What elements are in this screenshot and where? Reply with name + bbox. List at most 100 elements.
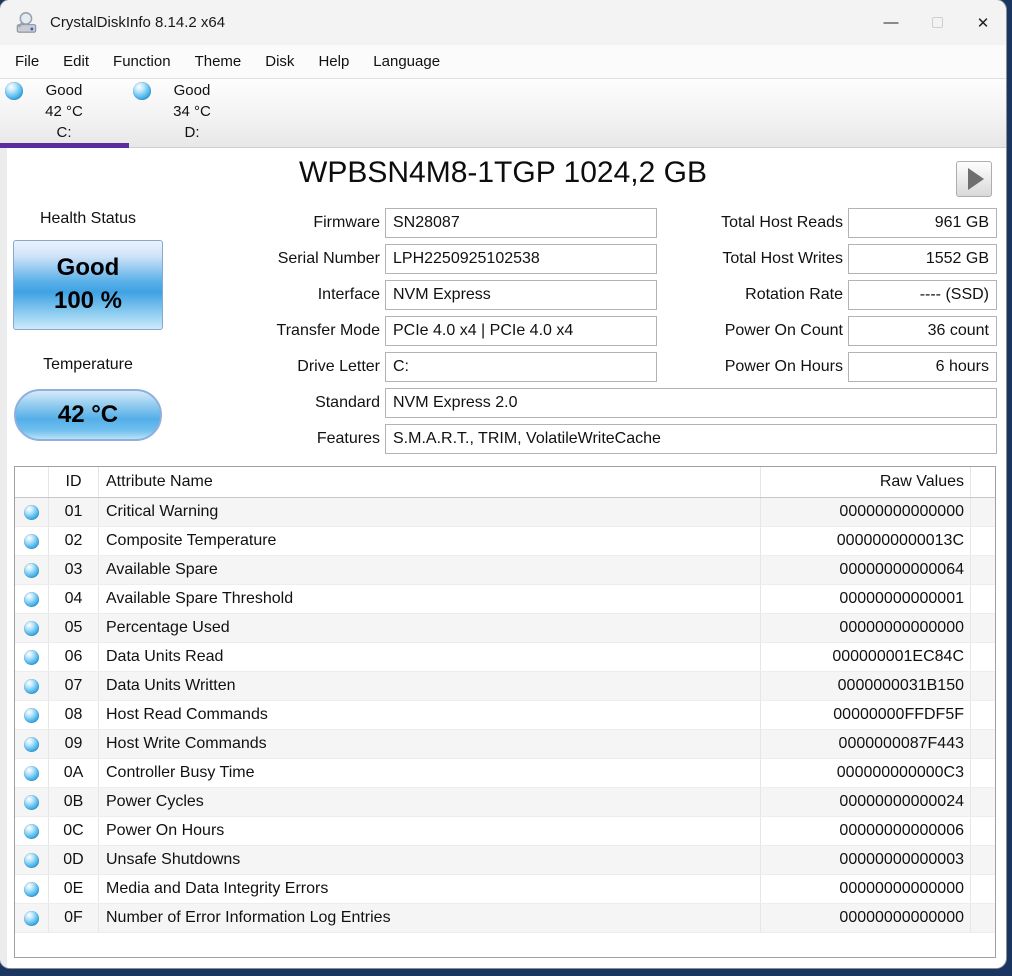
table-row[interactable]: 0E Media and Data Integrity Errors 00000… <box>15 875 995 904</box>
menu-item[interactable]: Language <box>361 45 452 78</box>
attribute-raw-value-cell: 00000000000006 <box>761 817 971 845</box>
temperature-button[interactable]: 42 °C <box>14 389 162 441</box>
info-field-value: C: <box>385 352 657 382</box>
table-row[interactable]: 0D Unsafe Shutdowns 00000000000003 <box>15 846 995 875</box>
health-status-value: Good <box>56 254 120 282</box>
attribute-raw-value-cell: 000000000000C3 <box>761 759 971 787</box>
play-icon <box>968 168 984 190</box>
table-row[interactable]: 07 Data Units Written 0000000031B150 <box>15 672 995 701</box>
drive-tab[interactable]: Good 34 °C D: <box>128 79 256 147</box>
close-button[interactable]: ✕ <box>960 0 1006 45</box>
close-icon: ✕ <box>976 14 990 32</box>
table-row[interactable]: 04 Available Spare Threshold 00000000000… <box>15 585 995 614</box>
table-row[interactable]: 0F Number of Error Information Log Entri… <box>15 904 995 933</box>
attribute-status-cell <box>15 817 49 845</box>
attribute-id-cell: 09 <box>49 730 99 758</box>
info-field-label: Features <box>316 430 380 447</box>
attribute-raw-value-cell: 00000000000000 <box>761 904 971 932</box>
attribute-name-cell: Media and Data Integrity Errors <box>99 875 761 903</box>
table-header-row: ID Attribute Name Raw Values <box>15 467 995 498</box>
id-column-header: ID <box>49 467 99 497</box>
attribute-name-column-header: Attribute Name <box>99 467 761 497</box>
info-field-row: Standard NVM Express 2.0 <box>165 388 997 418</box>
desktop-background: CrystalDiskInfo 8.14.2 x64 — ✕ File Edit <box>0 0 1012 976</box>
info-field-label: Rotation Rate <box>745 286 843 303</box>
status-orb-icon <box>24 591 39 607</box>
health-status-percent: 100 % <box>53 287 123 314</box>
minimize-button[interactable]: — <box>868 0 914 45</box>
attribute-status-cell <box>15 527 49 555</box>
drive-tab-temperature: 42 °C <box>45 103 83 120</box>
status-orb-icon <box>24 649 39 665</box>
health-status-button[interactable]: Good 100 % <box>13 240 163 330</box>
info-field-row: Power On Hours 6 hours <box>650 352 997 382</box>
menu-item[interactable]: File <box>3 45 51 78</box>
table-row[interactable]: 05 Percentage Used 00000000000000 <box>15 614 995 643</box>
attribute-raw-value-cell: 0000000031B150 <box>761 672 971 700</box>
health-status-label: Health Status <box>39 210 137 227</box>
minimize-icon: — <box>883 14 899 31</box>
status-orb-icon <box>24 707 39 723</box>
info-field-value: NVM Express <box>385 280 657 310</box>
attribute-status-cell <box>15 875 49 903</box>
table-row[interactable]: 02 Composite Temperature 0000000000013C <box>15 527 995 556</box>
status-orb-icon <box>24 533 39 549</box>
drive-tab[interactable]: Good 42 °C C: <box>0 79 129 148</box>
table-row[interactable]: 01 Critical Warning 00000000000000 <box>15 498 995 527</box>
status-orb-icon <box>24 852 39 868</box>
attribute-status-cell <box>15 846 49 874</box>
info-field-row: Rotation Rate ---- (SSD) <box>650 280 997 310</box>
table-row[interactable]: 06 Data Units Read 000000001EC84C <box>15 643 995 672</box>
window-title: CrystalDiskInfo 8.14.2 x64 <box>50 14 226 31</box>
info-field-value: ---- (SSD) <box>848 280 997 310</box>
menu-item[interactable]: Disk <box>253 45 306 78</box>
next-drive-button[interactable] <box>956 161 992 197</box>
table-row[interactable]: 0A Controller Busy Time 000000000000C3 <box>15 759 995 788</box>
attribute-id-cell: 08 <box>49 701 99 729</box>
info-field-label: Total Host Reads <box>721 214 843 231</box>
attribute-raw-value-cell: 00000000000003 <box>761 846 971 874</box>
attribute-status-cell <box>15 788 49 816</box>
table-row[interactable]: 08 Host Read Commands 00000000FFDF5F <box>15 701 995 730</box>
info-field-label: Power On Hours <box>724 358 843 375</box>
main-panel: WPBSN4M8-1TGP 1024,2 GB Health Status Go… <box>0 148 1006 968</box>
maximize-button[interactable] <box>914 0 960 45</box>
temperature-label: Temperature <box>43 356 133 373</box>
menu-item[interactable]: Help <box>306 45 361 78</box>
status-orb-icon <box>24 620 39 636</box>
table-row[interactable]: 03 Available Spare 00000000000064 <box>15 556 995 585</box>
title-bar: CrystalDiskInfo 8.14.2 x64 — ✕ <box>0 0 1006 45</box>
attribute-raw-value-cell: 0000000087F443 <box>761 730 971 758</box>
status-orb-icon <box>24 678 39 694</box>
menu-item[interactable]: Edit <box>51 45 101 78</box>
status-orb-icon <box>24 765 39 781</box>
attribute-id-cell: 07 <box>49 672 99 700</box>
attribute-id-cell: 0D <box>49 846 99 874</box>
attribute-name-cell: Controller Busy Time <box>99 759 761 787</box>
attribute-raw-value-cell: 00000000FFDF5F <box>761 701 971 729</box>
table-row[interactable]: 09 Host Write Commands 0000000087F443 <box>15 730 995 759</box>
drive-status-orb-icon <box>133 82 151 100</box>
info-field-label: Interface <box>317 286 380 303</box>
attribute-name-cell: Number of Error Information Log Entries <box>99 904 761 932</box>
status-orb-icon <box>24 562 39 578</box>
status-orb-icon <box>24 504 39 520</box>
menu-item[interactable]: Function <box>101 45 183 78</box>
smart-attributes-table: ID Attribute Name Raw Values 01 Critical… <box>14 466 996 958</box>
attribute-name-cell: Data Units Read <box>99 643 761 671</box>
menu-bar: File Edit Function Theme Disk Help Langu… <box>0 45 1006 78</box>
drive-info-fields-right: Total Host Reads 961 GB Total Host Write… <box>650 208 997 382</box>
attribute-raw-value-cell: 00000000000024 <box>761 788 971 816</box>
attribute-name-cell: Available Spare Threshold <box>99 585 761 613</box>
attribute-name-cell: Composite Temperature <box>99 527 761 555</box>
info-field-value: PCIe 4.0 x4 | PCIe 4.0 x4 <box>385 316 657 346</box>
table-row[interactable]: 0B Power Cycles 00000000000024 <box>15 788 995 817</box>
info-field-value: 1552 GB <box>848 244 997 274</box>
attribute-status-cell <box>15 672 49 700</box>
status-orb-icon <box>24 881 39 897</box>
attribute-id-cell: 03 <box>49 556 99 584</box>
attribute-id-cell: 0E <box>49 875 99 903</box>
window-controls: — ✕ <box>868 0 1006 45</box>
table-row[interactable]: 0C Power On Hours 00000000000006 <box>15 817 995 846</box>
menu-item[interactable]: Theme <box>183 45 254 78</box>
